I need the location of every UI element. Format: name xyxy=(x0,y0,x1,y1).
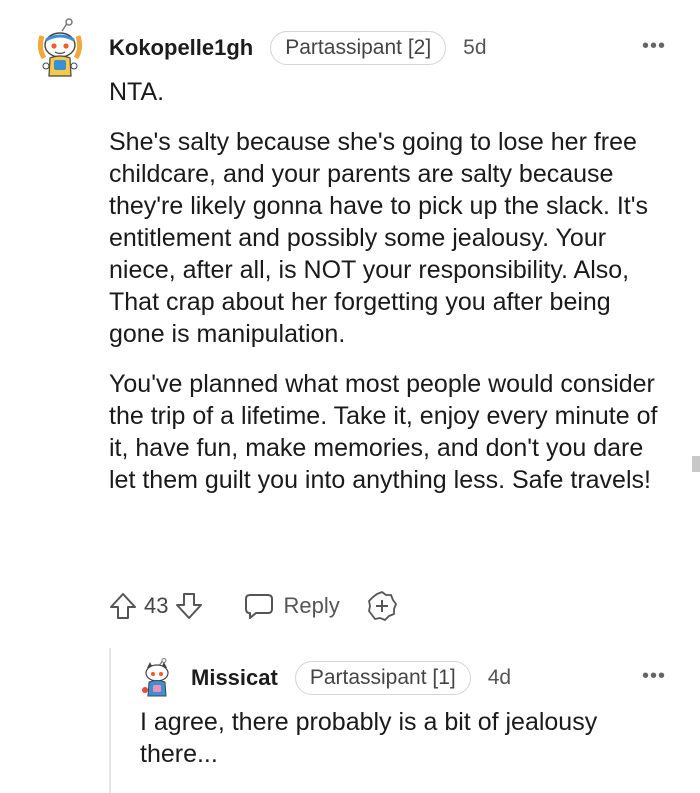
comment-username[interactable]: Kokopelle1gh xyxy=(109,35,253,61)
comment-body: NTA. She's salty because she's going to … xyxy=(109,76,669,514)
snoo-avatar-icon xyxy=(142,658,169,697)
more-options-button[interactable]: ••• xyxy=(642,36,666,56)
comment-actions: 43 Reply xyxy=(108,586,398,626)
speech-bubble-icon xyxy=(245,594,274,619)
scrollbar-thumb[interactable] xyxy=(692,456,700,472)
reply-label: Reply xyxy=(283,593,340,618)
downvote-arrow-icon xyxy=(176,593,203,619)
reply-user-avatar[interactable] xyxy=(140,658,174,698)
comment-paragraph: She's salty because she's going to lose … xyxy=(109,128,649,348)
comment-paragraph: NTA. xyxy=(109,78,165,106)
reply-timestamp[interactable]: 4d xyxy=(488,666,511,690)
comment-header: Kokopelle1gh Partassipant [2] 5d xyxy=(109,30,487,66)
downvote-button[interactable] xyxy=(174,591,204,621)
user-avatar[interactable] xyxy=(36,18,84,80)
upvote-button[interactable] xyxy=(108,591,138,621)
thread-line[interactable] xyxy=(109,648,111,793)
comment-paragraph: You've planned what most people would co… xyxy=(109,370,658,494)
reply-username[interactable]: Missicat xyxy=(191,665,278,691)
user-flair-badge: Partassipant [2] xyxy=(270,31,447,65)
upvote-arrow-icon xyxy=(110,593,136,619)
vote-score: 43 xyxy=(144,593,169,618)
reply-more-options-button[interactable]: ••• xyxy=(642,666,666,686)
more-dots-icon: ••• xyxy=(641,665,666,687)
reply-user-flair-badge: Partassipant [1] xyxy=(294,661,471,695)
more-dots-icon: ••• xyxy=(641,35,666,57)
snoo-avatar-icon xyxy=(37,18,83,77)
give-award-button[interactable] xyxy=(366,590,398,622)
comment-timestamp[interactable]: 5d xyxy=(463,36,486,60)
reply-button[interactable]: Reply xyxy=(244,592,340,620)
add-award-icon xyxy=(367,591,397,621)
reply-header: Missicat Partassipant [1] 4d xyxy=(191,660,511,696)
reply-body: I agree, there probably is a bit of jeal… xyxy=(140,708,598,768)
